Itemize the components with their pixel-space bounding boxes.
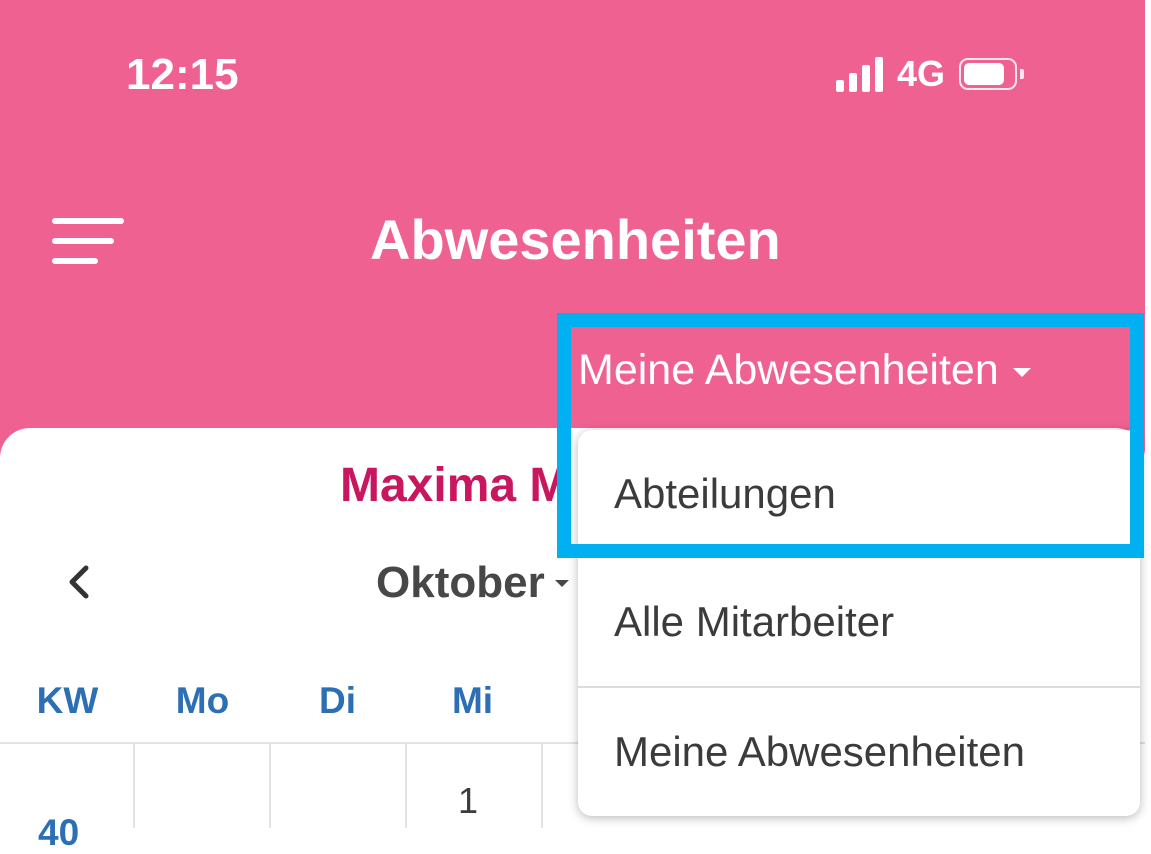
calendar-grid-line xyxy=(269,742,271,828)
calendar-grid-line xyxy=(541,742,543,828)
calendar-grid-line xyxy=(405,742,407,828)
user-name: Maxima M xyxy=(340,459,570,512)
weekday-mo: Mo xyxy=(175,680,230,721)
calendar-grid-line xyxy=(133,742,135,828)
month-label: Oktober xyxy=(376,558,545,607)
week-number: 40 xyxy=(38,812,80,853)
weekday-kw: KW xyxy=(36,680,99,721)
chevron-left-icon[interactable] xyxy=(58,560,102,604)
menu-item-meine-abwesenheiten[interactable]: Meine Abwesenheiten xyxy=(578,688,1140,816)
battery-icon xyxy=(959,58,1025,90)
month-selector[interactable]: Oktober xyxy=(376,558,569,608)
page-title: Abwesenheiten xyxy=(370,208,781,271)
weekday-mi: Mi xyxy=(451,680,494,721)
menu-item-alle-mitarbeiter[interactable]: Alle Mitarbeiter xyxy=(578,558,1140,686)
highlight-box xyxy=(557,313,1144,558)
status-time: 12:15 xyxy=(126,50,239,99)
status-indicators: 4G xyxy=(836,52,1025,96)
weekday-di: Di xyxy=(319,680,356,721)
signal-icon xyxy=(836,56,883,92)
network-type: 4G xyxy=(897,53,946,94)
caret-down-icon xyxy=(554,579,569,587)
calendar-day-cell[interactable]: 1 xyxy=(458,780,478,822)
hamburger-menu-icon[interactable] xyxy=(52,218,124,266)
